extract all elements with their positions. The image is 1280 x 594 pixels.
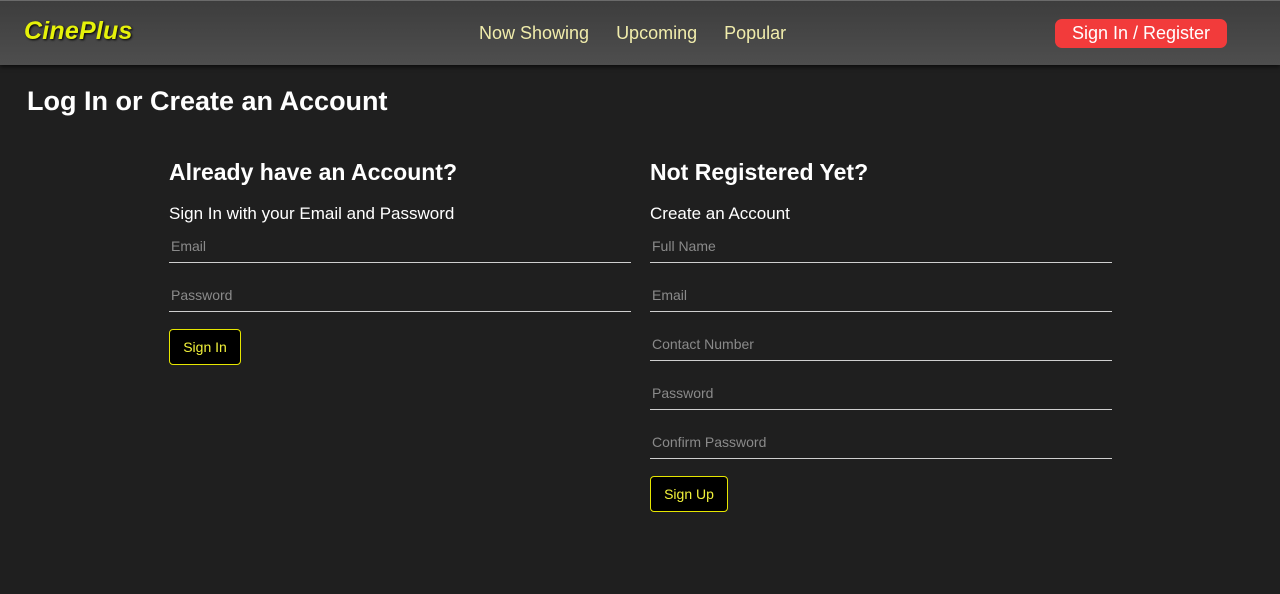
login-section: Already have an Account? Sign In with yo… bbox=[169, 157, 631, 365]
nav-now-showing[interactable]: Now Showing bbox=[479, 23, 589, 44]
register-subheading: Create an Account bbox=[650, 204, 790, 223]
register-email-field[interactable] bbox=[650, 278, 1112, 312]
register-password-field[interactable] bbox=[650, 376, 1112, 410]
register-contact-field[interactable] bbox=[650, 327, 1112, 361]
nav-upcoming[interactable]: Upcoming bbox=[616, 23, 697, 44]
top-navbar: CinePlus Now Showing Upcoming Popular Si… bbox=[0, 0, 1280, 65]
register-confirm-password-field[interactable] bbox=[650, 425, 1112, 459]
login-email-field[interactable] bbox=[169, 229, 631, 263]
login-heading: Already have an Account? bbox=[169, 159, 458, 185]
register-heading: Not Registered Yet? bbox=[650, 159, 869, 185]
page-title: Log In or Create an Account bbox=[27, 86, 388, 116]
register-section: Not Registered Yet? Create an Account Si… bbox=[650, 157, 1112, 512]
nav-popular[interactable]: Popular bbox=[724, 23, 786, 44]
sign-up-button[interactable]: Sign Up bbox=[650, 476, 728, 512]
site-logo[interactable]: CinePlus bbox=[24, 17, 133, 46]
login-subheading: Sign In with your Email and Password bbox=[169, 204, 455, 223]
sign-in-register-button[interactable]: Sign In / Register bbox=[1055, 19, 1227, 48]
main-nav: Now Showing Upcoming Popular bbox=[479, 23, 813, 44]
login-password-field[interactable] bbox=[169, 278, 631, 312]
sign-in-button[interactable]: Sign In bbox=[169, 329, 241, 365]
register-fullname-field[interactable] bbox=[650, 229, 1112, 263]
